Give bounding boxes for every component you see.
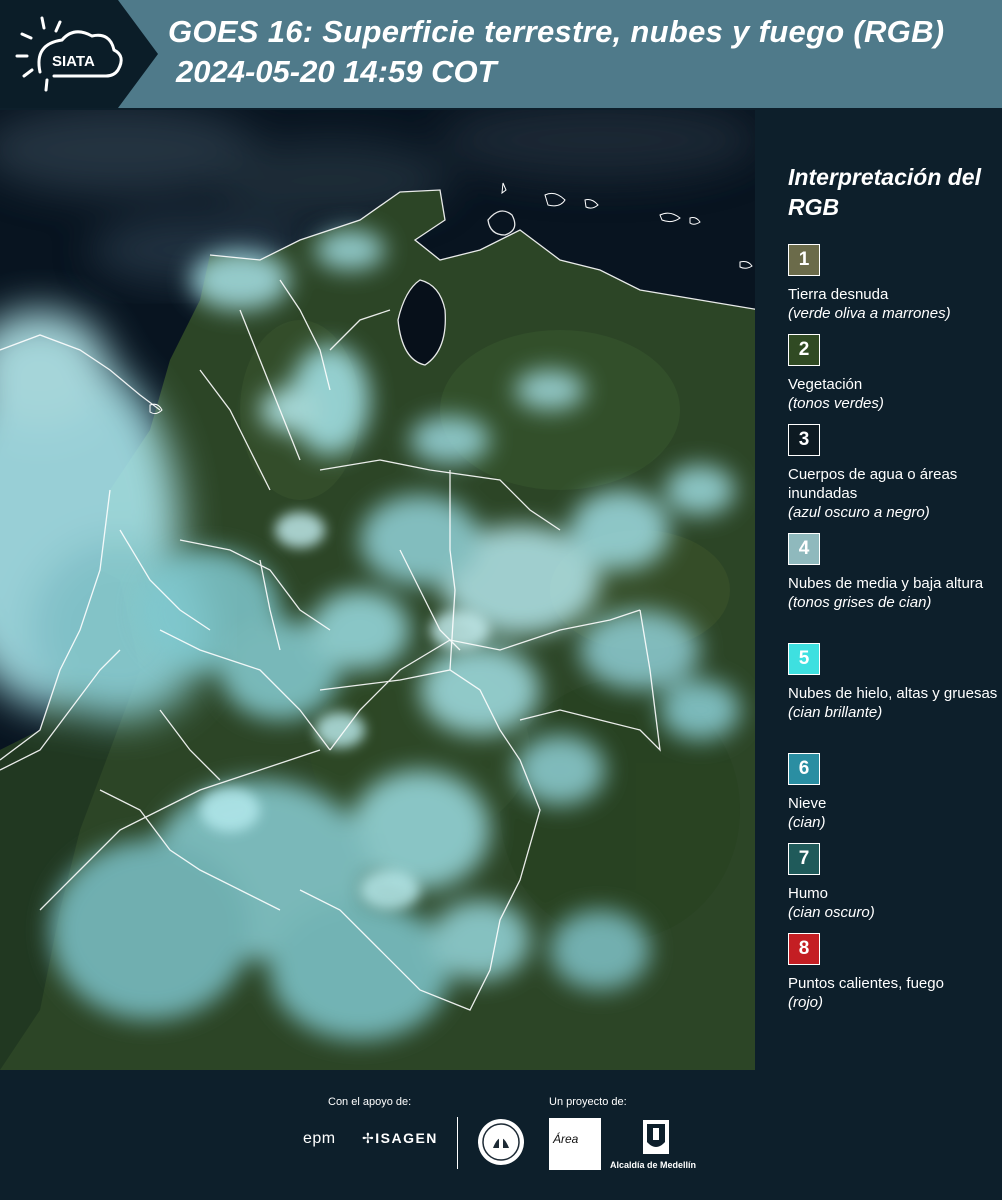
legend-swatch: 6 <box>788 753 820 785</box>
siata-logo-text: SIATA <box>52 53 95 70</box>
isagen-mark-icon: ✢ <box>362 1130 376 1146</box>
legend-title: Interpretación del RGB <box>788 164 981 220</box>
legend-item-water-bodies: 3 Cuerpos de agua o áreas inundadas (azu… <box>788 424 998 522</box>
legend-item-ice-clouds: 5 Nubes de hielo, altas y gruesas (cian … <box>788 643 998 722</box>
satellite-image <box>0 110 760 1070</box>
legend-swatch: 2 <box>788 334 820 366</box>
legend-item-sub: (cian oscuro) <box>788 904 875 921</box>
isagen-logo-text: ISAGEN <box>375 1130 438 1146</box>
legend-swatch: 4 <box>788 533 820 565</box>
legend-swatch: 1 <box>788 244 820 276</box>
siata-logo: SIATA <box>15 16 123 92</box>
project-label: Un proyecto de: <box>549 1096 627 1108</box>
legend-item-smoke: 7 Humo (cian oscuro) <box>788 843 998 922</box>
legend-item-sub: (verde oliva a marrones) <box>788 305 951 322</box>
header: SIATA GOES 16: Superficie terrestre, nub… <box>0 0 1002 108</box>
medellin-coat-of-arms-icon <box>643 1120 669 1154</box>
legend-item-sub: (tonos grises de cian) <box>788 594 932 611</box>
legend-item-label: Nieve <box>788 795 827 812</box>
legend-item-hot-spots: 8 Puntos calientes, fuego (rojo) <box>788 933 998 1012</box>
page-title: GOES 16: Superficie terrestre, nubes y f… <box>168 14 945 49</box>
alcaldia-medellin-label: Alcaldía de Medellín <box>610 1160 697 1170</box>
legend-item-bare-soil: 1 Tierra desnuda (verde oliva a marrones… <box>788 244 998 323</box>
isagen-logo: ✢ISAGEN <box>362 1130 438 1147</box>
footer-divider <box>457 1117 458 1169</box>
footer: Con el apoyo de: Un proyecto de: epm ✢IS… <box>0 1070 1002 1200</box>
page-datetime: 2024-05-20 14:59 COT <box>176 54 497 89</box>
legend-item-sub: (cian) <box>788 814 826 831</box>
legend-item-label: Nubes de media y baja altura <box>788 575 984 592</box>
legend-swatch: 3 <box>788 424 820 456</box>
legend-item-sub: (rojo) <box>788 994 824 1011</box>
legend-item-sub: (tonos verdes) <box>788 395 884 412</box>
legend-item-label: Nubes de hielo, altas y gruesas <box>788 685 998 702</box>
legend-item-mid-low-clouds: 4 Nubes de media y baja altura (tonos gr… <box>788 533 998 612</box>
support-label: Con el apoyo de: <box>328 1096 412 1108</box>
legend-item-snow: 6 Nieve (cian) <box>788 753 998 832</box>
legend-item-label: Puntos calientes, fuego <box>788 975 944 992</box>
area-metropolitana-text: Área <box>553 1132 579 1146</box>
legend-item-vegetation: 2 Vegetación (tonos verdes) <box>788 334 998 413</box>
legend-item-label: Cuerpos de agua o áreas inundadas <box>788 466 958 502</box>
legend-item-sub: (azul oscuro a negro) <box>788 504 930 521</box>
legend-swatch: 5 <box>788 643 820 675</box>
university-seal-icon <box>478 1119 524 1165</box>
legend-panel: Interpretación del RGB 1 Tierra desnuda … <box>770 110 1002 1070</box>
legend-swatch: 7 <box>788 843 820 875</box>
legend-item-label: Tierra desnuda <box>788 286 889 303</box>
legend-item-label: Vegetación <box>788 376 863 393</box>
legend-swatch: 8 <box>788 933 820 965</box>
epm-logo: epm <box>303 1130 336 1147</box>
legend-item-label: Humo <box>788 885 829 902</box>
legend-item-sub: (cian brillante) <box>788 704 883 721</box>
satellite-map <box>0 110 760 1070</box>
